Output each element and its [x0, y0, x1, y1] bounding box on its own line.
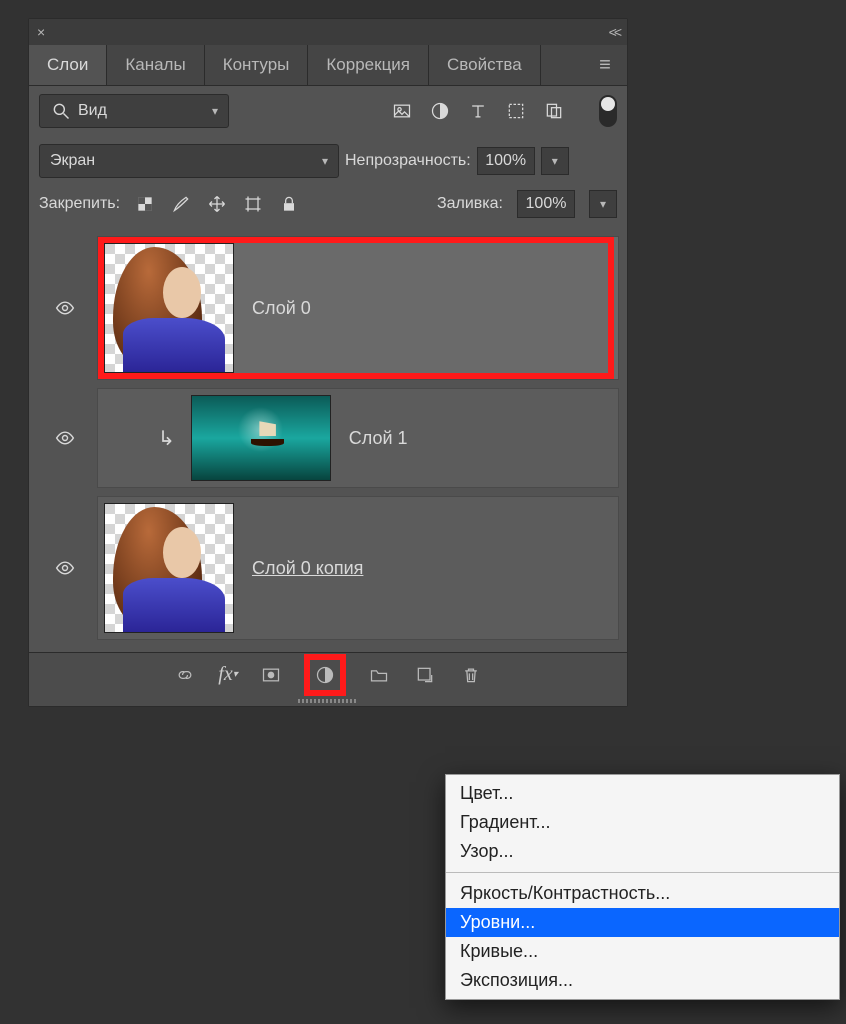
- filter-kind-dropdown[interactable]: Вид ▾: [39, 94, 229, 128]
- tab-paths[interactable]: Контуры: [205, 45, 309, 85]
- filter-image-icon[interactable]: [391, 100, 413, 122]
- menu-item-levels[interactable]: Уровни...: [446, 908, 839, 937]
- filter-smart-icon[interactable]: [543, 100, 565, 122]
- new-layer-icon[interactable]: [412, 662, 438, 688]
- lock-label: Закрепить:: [39, 195, 120, 213]
- filter-row: Вид ▾: [29, 86, 627, 136]
- panel-titlebar: × <<: [29, 19, 627, 45]
- lock-pixels-icon[interactable]: [134, 193, 156, 215]
- tab-adjust[interactable]: Коррекция: [308, 45, 429, 85]
- opacity-value[interactable]: 100%: [477, 147, 535, 175]
- eye-icon: [54, 297, 76, 319]
- layer-thumbnail[interactable]: [104, 503, 234, 633]
- adjustment-highlight: [304, 654, 346, 696]
- adjustment-layer-icon[interactable]: [310, 660, 340, 690]
- menu-item-gradient[interactable]: Градиент...: [446, 808, 839, 837]
- layer-thumbnail[interactable]: [191, 395, 331, 481]
- lock-brush-icon[interactable]: [170, 193, 192, 215]
- filter-type-icon[interactable]: [467, 100, 489, 122]
- layers-panel: × << Слои Каналы Контуры Коррекция Свойс…: [28, 18, 628, 707]
- blend-row: Экран ▾ Непрозрачность: 100% ▾: [29, 136, 627, 186]
- layer-row[interactable]: Слой 0 копия: [35, 492, 621, 644]
- blend-mode-dropdown[interactable]: Экран ▾: [39, 144, 339, 178]
- visibility-toggle[interactable]: [35, 232, 95, 384]
- search-icon: [50, 100, 72, 122]
- panel-tabs: Слои Каналы Контуры Коррекция Свойства ≡: [29, 45, 627, 86]
- menu-separator: [446, 872, 839, 873]
- opacity-stepper[interactable]: ▾: [541, 147, 569, 175]
- filter-toggle[interactable]: [599, 95, 617, 127]
- layer-name[interactable]: Слой 1: [337, 428, 408, 449]
- menu-item-exposure[interactable]: Экспозиция...: [446, 966, 839, 995]
- lock-move-icon[interactable]: [206, 193, 228, 215]
- menu-item-brightness[interactable]: Яркость/Контрастность...: [446, 879, 839, 908]
- filter-shape-icon[interactable]: [505, 100, 527, 122]
- tab-channels[interactable]: Каналы: [107, 45, 204, 85]
- menu-item-curves[interactable]: Кривые...: [446, 937, 839, 966]
- link-layers-icon[interactable]: [172, 662, 198, 688]
- fill-value[interactable]: 100%: [517, 190, 575, 218]
- fill-stepper[interactable]: ▾: [589, 190, 617, 218]
- tab-properties[interactable]: Свойства: [429, 45, 541, 85]
- layer-name[interactable]: Слой 0 копия: [240, 558, 363, 579]
- layer-thumbnail[interactable]: [104, 243, 234, 373]
- fill-label: Заливка:: [437, 195, 503, 213]
- adjustment-context-menu: Цвет... Градиент... Узор... Яркость/Конт…: [445, 774, 840, 1000]
- menu-item-color[interactable]: Цвет...: [446, 779, 839, 808]
- fx-label: fx: [218, 663, 232, 686]
- visibility-toggle[interactable]: [35, 492, 95, 644]
- fx-icon[interactable]: fx▾: [218, 662, 237, 688]
- blend-mode-value: Экран: [50, 152, 95, 170]
- chevron-down-icon: ▾: [212, 104, 218, 118]
- opacity-label: Непрозрачность:: [345, 152, 471, 170]
- mask-icon[interactable]: [258, 662, 284, 688]
- group-icon[interactable]: [366, 662, 392, 688]
- panel-menu-icon[interactable]: ≡: [583, 45, 627, 85]
- clip-arrow-icon: ↳: [158, 426, 181, 451]
- resize-grip[interactable]: [29, 696, 627, 706]
- collapse-icon[interactable]: <<: [609, 24, 619, 40]
- filter-adjust-icon[interactable]: [429, 100, 451, 122]
- lock-row: Закрепить: Заливка: 100% ▾: [29, 186, 627, 228]
- close-icon[interactable]: ×: [37, 24, 45, 40]
- chevron-down-icon: ▾: [322, 154, 328, 168]
- tab-layers[interactable]: Слои: [29, 45, 107, 85]
- trash-icon[interactable]: [458, 662, 484, 688]
- lock-all-icon[interactable]: [278, 193, 300, 215]
- visibility-toggle[interactable]: [35, 384, 95, 492]
- eye-icon: [54, 557, 76, 579]
- layer-name[interactable]: Слой 0: [240, 298, 311, 319]
- filter-kind-label: Вид: [78, 102, 107, 120]
- lock-artboard-icon[interactable]: [242, 193, 264, 215]
- eye-icon: [54, 427, 76, 449]
- layer-row[interactable]: ↳ Слой 1: [35, 384, 621, 492]
- layer-row[interactable]: Слой 0: [35, 232, 621, 384]
- menu-item-pattern[interactable]: Узор...: [446, 837, 839, 866]
- layers-list: Слой 0 ↳ Слой 1: [29, 228, 627, 652]
- layers-bottom-toolbar: fx▾: [29, 652, 627, 696]
